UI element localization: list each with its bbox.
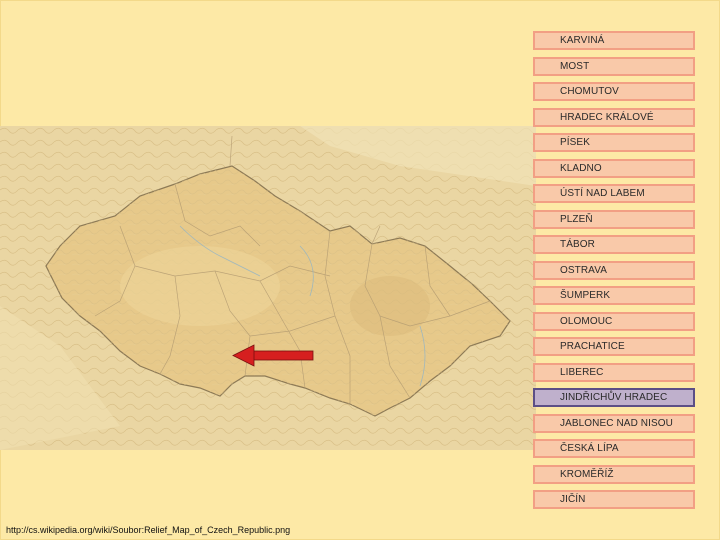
city-answer-list: KARVINÁ MOST CHOMUTOV HRADEC KRÁLOVÉ PÍS… (533, 31, 695, 516)
city-option[interactable]: PRACHATICE (533, 337, 695, 356)
city-option[interactable]: KARVINÁ (533, 31, 695, 50)
city-option[interactable]: ČESKÁ LÍPA (533, 439, 695, 458)
city-option[interactable]: OLOMOUC (533, 311, 695, 331)
city-option[interactable]: JIČÍN (533, 490, 695, 509)
city-option[interactable]: ÚSTÍ NAD LABEM (533, 184, 695, 203)
city-option[interactable]: KROMĚŘÍŽ (533, 464, 695, 484)
city-option[interactable]: MOST (533, 56, 695, 76)
city-option[interactable]: LIBEREC (533, 362, 695, 382)
city-option[interactable]: OSTRAVA (533, 260, 695, 280)
relief-map (0, 126, 536, 450)
city-option[interactable]: KLADNO (533, 158, 695, 178)
city-option[interactable]: PÍSEK (533, 133, 695, 152)
city-option[interactable]: CHOMUTOV (533, 82, 695, 101)
city-option[interactable]: JABLONEC NAD NISOU (533, 413, 695, 433)
city-option[interactable]: ŠUMPERK (533, 286, 695, 305)
city-option[interactable]: HRADEC KRÁLOVÉ (533, 107, 695, 127)
city-option[interactable]: TÁBOR (533, 235, 695, 254)
source-url: http://cs.wikipedia.org/wiki/Soubor:Reli… (6, 525, 291, 535)
city-option-selected[interactable]: JINDŘICHŮV HRADEC (533, 388, 695, 407)
city-option[interactable]: PLZEŇ (533, 209, 695, 229)
